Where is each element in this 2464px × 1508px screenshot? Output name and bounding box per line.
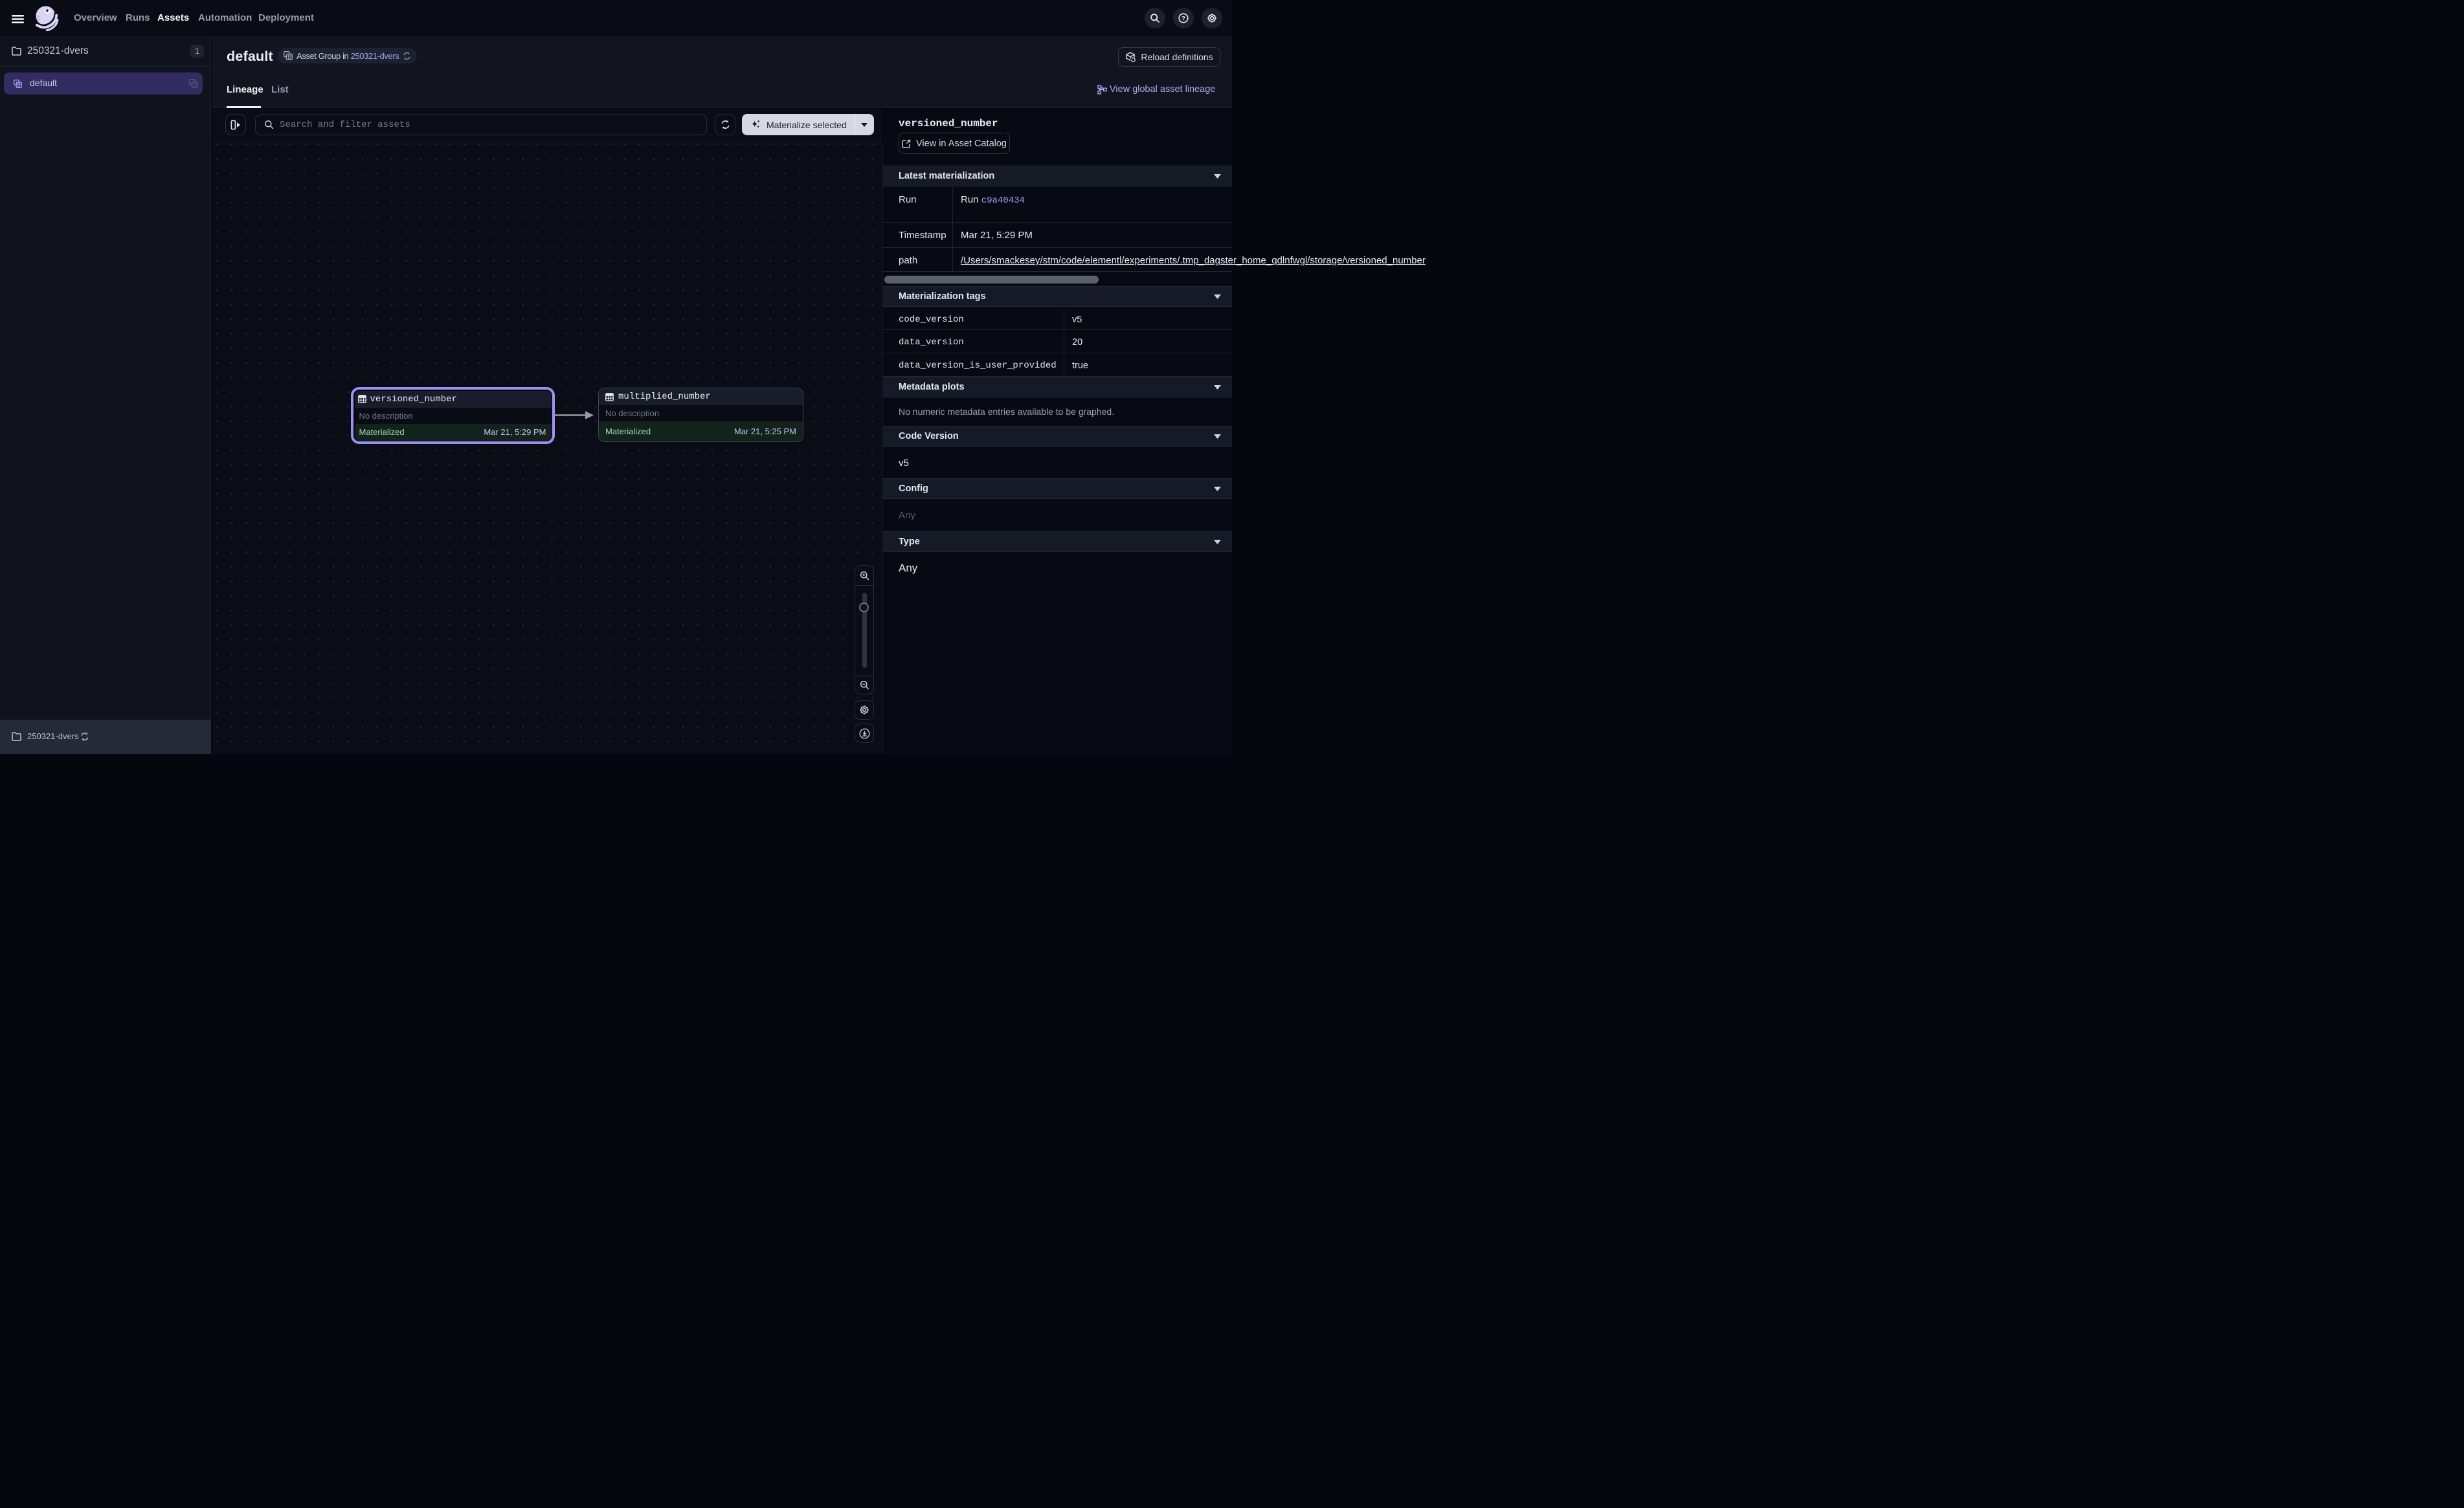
svg-text:?: ? [1182, 15, 1185, 22]
